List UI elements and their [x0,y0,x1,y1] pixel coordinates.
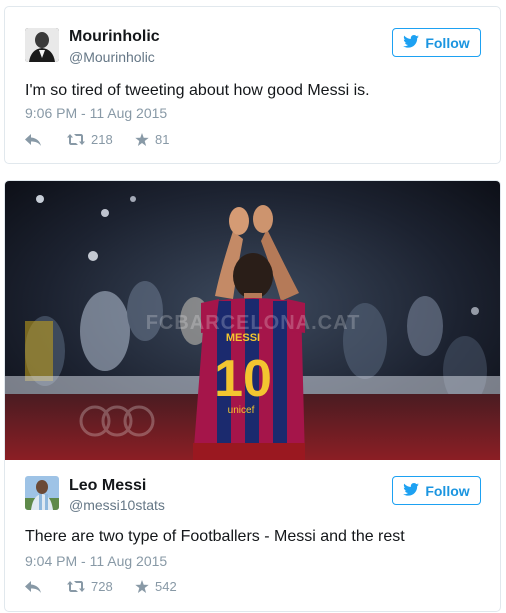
like-count: 81 [155,132,170,147]
avatar[interactable] [25,28,59,62]
retweet-count: 728 [91,579,113,594]
tweet-card: MESSI 10 unicef FCBARCELONA.CAT Leo Mess… [4,180,501,612]
display-name[interactable]: Leo Messi [69,477,146,495]
follow-label: Follow [425,34,470,51]
twitter-bird-icon [403,34,420,51]
retweet-icon [67,580,85,593]
reply-button[interactable] [25,580,67,593]
retweet-button[interactable]: 218 [67,132,135,147]
tweet-timestamp[interactable]: 9:04 PM - 11 Aug 2015 [25,553,167,569]
tweet-photo[interactable]: MESSI 10 unicef FCBARCELONA.CAT [5,181,500,460]
jersey-number: 10 [214,350,272,408]
follow-label: Follow [425,482,470,499]
like-button[interactable]: 542 [135,579,177,594]
tweet-timestamp[interactable]: 9:06 PM - 11 Aug 2015 [25,105,167,121]
like-button[interactable]: 81 [135,132,169,147]
follow-button[interactable]: Follow [392,476,481,505]
star-icon [135,579,149,594]
retweet-icon [67,133,85,146]
tweet-card: Mourinholic @Mourinholic Follow I'm so t… [4,6,501,164]
jersey-sponsor: unicef [228,405,255,416]
tweet-text: I'm so tired of tweeting about how good … [25,82,370,99]
retweet-button[interactable]: 728 [67,579,135,594]
tweet-actions: 728 542 [25,579,177,594]
reply-icon [25,133,41,146]
display-name[interactable]: Mourinholic [69,28,160,46]
twitter-bird-icon [403,482,420,499]
retweet-count: 218 [91,132,113,147]
like-count: 542 [155,579,177,594]
reply-icon [25,580,41,593]
tweet-text: There are two type of Footballers - Mess… [25,528,405,545]
tweet-actions: 218 81 [25,132,169,147]
photo-watermark: FCBARCELONA.CAT [146,312,361,334]
star-icon [135,132,149,147]
avatar[interactable] [25,476,59,510]
follow-button[interactable]: Follow [392,28,481,57]
user-handle[interactable]: @messi10stats [69,497,165,513]
user-handle[interactable]: @Mourinholic [69,49,155,65]
reply-button[interactable] [25,133,67,146]
